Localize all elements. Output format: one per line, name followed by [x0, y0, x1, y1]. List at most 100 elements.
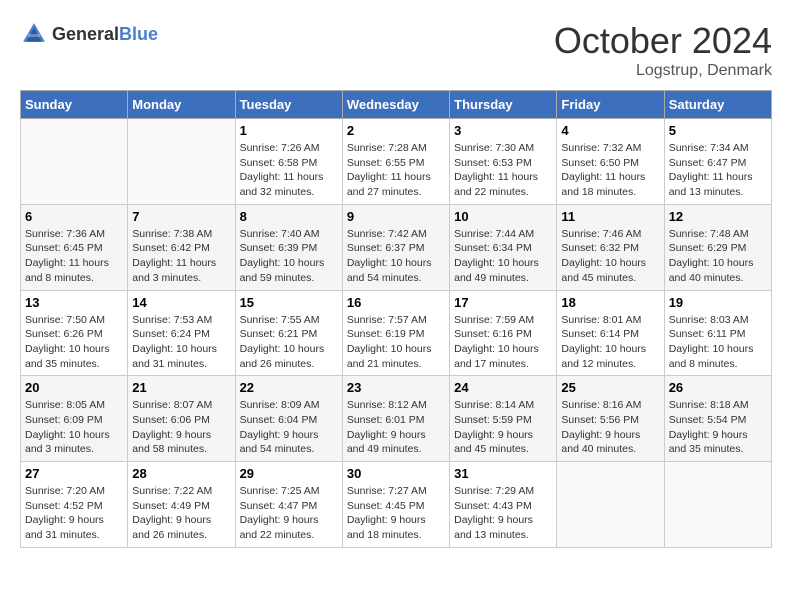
day-number: 28	[132, 466, 230, 481]
calendar-cell: 5Sunrise: 7:34 AMSunset: 6:47 PMDaylight…	[664, 119, 771, 205]
month-title: October 2024	[554, 20, 772, 62]
day-info: Sunrise: 8:18 AMSunset: 5:54 PMDaylight:…	[669, 398, 767, 457]
day-number: 14	[132, 295, 230, 310]
day-number: 11	[561, 209, 659, 224]
day-number: 12	[669, 209, 767, 224]
calendar-cell: 29 Sunrise: 7:25 AMSunset: 4:47 PMDayligh…	[235, 462, 342, 548]
day-number: 17	[454, 295, 552, 310]
column-header-tuesday: Tuesday	[235, 91, 342, 119]
calendar-cell: 21 Sunrise: 8:07 AMSunset: 6:06 PMDayligh…	[128, 376, 235, 462]
day-number: 30	[347, 466, 445, 481]
day-info: Sunrise: 7:38 AMSunset: 6:42 PMDaylight:…	[132, 227, 230, 286]
logo-text: GeneralBlue	[52, 24, 158, 45]
day-number: 29	[240, 466, 338, 481]
day-info: Sunrise: 7:27 AMSunset: 4:45 PMDaylight:…	[347, 484, 445, 543]
logo-blue: Blue	[119, 24, 158, 44]
column-header-sunday: Sunday	[21, 91, 128, 119]
calendar-cell: 28 Sunrise: 7:22 AMSunset: 4:49 PMDayligh…	[128, 462, 235, 548]
calendar-cell: 25 Sunrise: 8:16 AMSunset: 5:56 PMDayligh…	[557, 376, 664, 462]
day-info: Sunrise: 8:07 AMSunset: 6:06 PMDaylight:…	[132, 398, 230, 457]
day-number: 19	[669, 295, 767, 310]
column-header-wednesday: Wednesday	[342, 91, 449, 119]
day-info: Sunrise: 7:50 AMSunset: 6:26 PMDaylight:…	[25, 313, 123, 372]
calendar-cell: 20 Sunrise: 8:05 AMSunset: 6:09 PMDayligh…	[21, 376, 128, 462]
day-number: 18	[561, 295, 659, 310]
column-header-thursday: Thursday	[450, 91, 557, 119]
day-info: Sunrise: 7:32 AMSunset: 6:50 PMDaylight:…	[561, 141, 659, 200]
day-info: Sunrise: 7:55 AMSunset: 6:21 PMDaylight:…	[240, 313, 338, 372]
calendar-week-2: 6 Sunrise: 7:36 AMSunset: 6:45 PMDaylight…	[21, 204, 772, 290]
day-info: Sunrise: 7:30 AMSunset: 6:53 PMDaylight:…	[454, 141, 552, 200]
day-info: Sunrise: 7:46 AMSunset: 6:32 PMDaylight:…	[561, 227, 659, 286]
day-info: Sunrise: 7:44 AMSunset: 6:34 PMDaylight:…	[454, 227, 552, 286]
calendar-cell	[664, 462, 771, 548]
day-info: Sunrise: 8:16 AMSunset: 5:56 PMDaylight:…	[561, 398, 659, 457]
day-number: 23	[347, 380, 445, 395]
day-number: 21	[132, 380, 230, 395]
day-info: Sunrise: 7:26 AMSunset: 6:58 PMDaylight:…	[240, 141, 338, 200]
calendar-cell: 10 Sunrise: 7:44 AMSunset: 6:34 PMDayligh…	[450, 204, 557, 290]
day-info: Sunrise: 7:29 AMSunset: 4:43 PMDaylight:…	[454, 484, 552, 543]
calendar-cell	[21, 119, 128, 205]
calendar-cell: 17 Sunrise: 7:59 AMSunset: 6:16 PMDayligh…	[450, 290, 557, 376]
calendar-cell: 18Sunrise: 8:01 AMSunset: 6:14 PMDayligh…	[557, 290, 664, 376]
day-number: 31	[454, 466, 552, 481]
calendar-cell: 3 Sunrise: 7:30 AMSunset: 6:53 PMDaylight…	[450, 119, 557, 205]
day-number: 20	[25, 380, 123, 395]
calendar-cell: 27Sunrise: 7:20 AMSunset: 4:52 PMDayligh…	[21, 462, 128, 548]
column-header-monday: Monday	[128, 91, 235, 119]
calendar-cell: 11 Sunrise: 7:46 AMSunset: 6:32 PMDayligh…	[557, 204, 664, 290]
day-number: 16	[347, 295, 445, 310]
calendar-cell: 7 Sunrise: 7:38 AMSunset: 6:42 PMDaylight…	[128, 204, 235, 290]
day-info: Sunrise: 7:20 AMSunset: 4:52 PMDaylight:…	[25, 484, 123, 543]
day-number: 2	[347, 123, 445, 138]
calendar-cell: 15Sunrise: 7:55 AMSunset: 6:21 PMDayligh…	[235, 290, 342, 376]
calendar-cell: 16Sunrise: 7:57 AMSunset: 6:19 PMDayligh…	[342, 290, 449, 376]
day-info: Sunrise: 7:40 AMSunset: 6:39 PMDaylight:…	[240, 227, 338, 286]
column-header-friday: Friday	[557, 91, 664, 119]
calendar-cell: 14 Sunrise: 7:53 AMSunset: 6:24 PMDayligh…	[128, 290, 235, 376]
day-info: Sunrise: 7:28 AMSunset: 6:55 PMDaylight:…	[347, 141, 445, 200]
day-info: Sunrise: 8:14 AMSunset: 5:59 PMDaylight:…	[454, 398, 552, 457]
day-number: 3	[454, 123, 552, 138]
calendar-table: SundayMondayTuesdayWednesdayThursdayFrid…	[20, 90, 772, 548]
calendar-cell: 1Sunrise: 7:26 AMSunset: 6:58 PMDaylight…	[235, 119, 342, 205]
logo: GeneralBlue	[20, 20, 158, 48]
day-info: Sunrise: 7:36 AMSunset: 6:45 PMDaylight:…	[25, 227, 123, 286]
day-number: 13	[25, 295, 123, 310]
day-number: 8	[240, 209, 338, 224]
day-info: Sunrise: 7:34 AMSunset: 6:47 PMDaylight:…	[669, 141, 767, 200]
day-number: 26	[669, 380, 767, 395]
location: Logstrup, Denmark	[554, 62, 772, 80]
column-header-saturday: Saturday	[664, 91, 771, 119]
calendar-cell: 2 Sunrise: 7:28 AMSunset: 6:55 PMDaylight…	[342, 119, 449, 205]
calendar-cell: 26 Sunrise: 8:18 AMSunset: 5:54 PMDayligh…	[664, 376, 771, 462]
day-info: Sunrise: 8:12 AMSunset: 6:01 PMDaylight:…	[347, 398, 445, 457]
day-number: 6	[25, 209, 123, 224]
day-number: 9	[347, 209, 445, 224]
day-number: 10	[454, 209, 552, 224]
day-info: Sunrise: 8:03 AMSunset: 6:11 PMDaylight:…	[669, 313, 767, 372]
calendar-header-row: SundayMondayTuesdayWednesdayThursdayFrid…	[21, 91, 772, 119]
calendar-cell: 8 Sunrise: 7:40 AMSunset: 6:39 PMDaylight…	[235, 204, 342, 290]
day-number: 25	[561, 380, 659, 395]
day-info: Sunrise: 7:42 AMSunset: 6:37 PMDaylight:…	[347, 227, 445, 286]
calendar-cell: 31 Sunrise: 7:29 AMSunset: 4:43 PMDayligh…	[450, 462, 557, 548]
calendar-cell: 4Sunrise: 7:32 AMSunset: 6:50 PMDaylight…	[557, 119, 664, 205]
calendar-week-3: 13 Sunrise: 7:50 AMSunset: 6:26 PMDayligh…	[21, 290, 772, 376]
day-info: Sunrise: 7:53 AMSunset: 6:24 PMDaylight:…	[132, 313, 230, 372]
calendar-cell: 6 Sunrise: 7:36 AMSunset: 6:45 PMDaylight…	[21, 204, 128, 290]
day-info: Sunrise: 7:25 AMSunset: 4:47 PMDaylight:…	[240, 484, 338, 543]
calendar-cell: 24Sunrise: 8:14 AMSunset: 5:59 PMDayligh…	[450, 376, 557, 462]
day-info: Sunrise: 8:05 AMSunset: 6:09 PMDaylight:…	[25, 398, 123, 457]
page-header: GeneralBlue October 2024 Logstrup, Denma…	[20, 20, 772, 80]
calendar-week-1: 1Sunrise: 7:26 AMSunset: 6:58 PMDaylight…	[21, 119, 772, 205]
day-info: Sunrise: 7:48 AMSunset: 6:29 PMDaylight:…	[669, 227, 767, 286]
day-info: Sunrise: 7:22 AMSunset: 4:49 PMDaylight:…	[132, 484, 230, 543]
day-info: Sunrise: 7:59 AMSunset: 6:16 PMDaylight:…	[454, 313, 552, 372]
title-block: October 2024 Logstrup, Denmark	[554, 20, 772, 80]
calendar-cell: 22Sunrise: 8:09 AMSunset: 6:04 PMDayligh…	[235, 376, 342, 462]
calendar-cell: 13 Sunrise: 7:50 AMSunset: 6:26 PMDayligh…	[21, 290, 128, 376]
day-number: 7	[132, 209, 230, 224]
calendar-week-5: 27Sunrise: 7:20 AMSunset: 4:52 PMDayligh…	[21, 462, 772, 548]
